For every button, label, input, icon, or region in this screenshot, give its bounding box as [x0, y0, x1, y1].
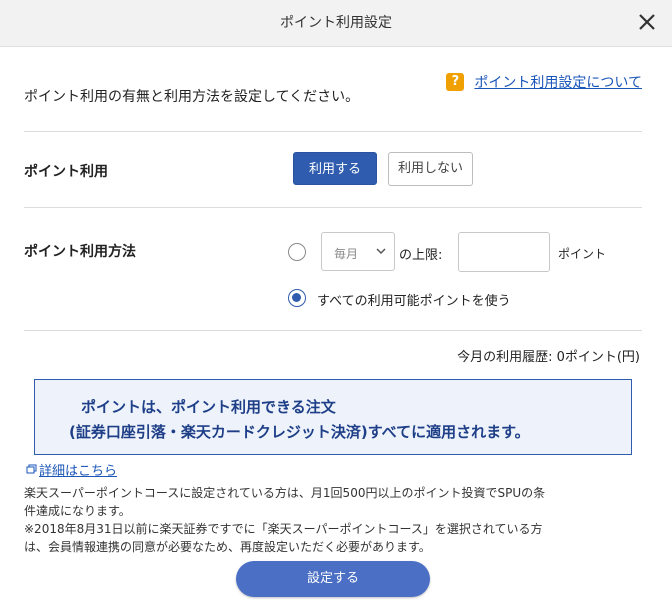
help-link[interactable]: ポイント利用設定について — [474, 72, 642, 92]
usage-history: 今月の利用履歴: 0ポイント(円) — [457, 350, 640, 365]
divider — [24, 330, 642, 331]
close-icon — [639, 14, 655, 30]
note-line-4: は、会員情報連携の同意が必要なため、再度設定いただく必要があります。 — [24, 540, 431, 554]
divider — [24, 207, 642, 208]
limit-input[interactable] — [458, 232, 550, 272]
modal-header: ポイント利用設定 — [0, 0, 672, 47]
close-button[interactable] — [636, 11, 658, 33]
frequency-select-value: 毎月 — [334, 247, 359, 261]
submit-button[interactable]: 設定する — [236, 561, 430, 597]
divider — [24, 131, 642, 132]
use-button[interactable]: 利用する — [293, 152, 377, 185]
notice-box: ポイントは、ポイント利用できる注文 (証券口座引落・楽天カードクレジット決済)す… — [34, 379, 632, 455]
modal-title: ポイント利用設定 — [280, 15, 392, 31]
chevron-down-icon — [376, 248, 386, 255]
external-link-icon — [26, 464, 37, 474]
note-line-1: 楽天スーパーポイントコースに設定されている方は、月1回500円以上のポイント投資… — [24, 486, 546, 500]
usage-label: ポイント利用 — [24, 164, 108, 180]
no-use-button[interactable]: 利用しない — [388, 152, 473, 186]
limit-label: の上限: — [399, 248, 443, 263]
detail-link[interactable]: 詳細はこちら — [26, 460, 117, 479]
point-unit-label: ポイント — [558, 247, 607, 261]
monthly-limit-radio[interactable] — [288, 243, 306, 261]
help-icon: ? — [446, 73, 465, 91]
note-line-2: 件達成になります。 — [24, 504, 131, 518]
method-label: ポイント利用方法 — [24, 244, 136, 260]
help-section: ? ポイント利用設定について — [446, 72, 642, 92]
notice-line-1: ポイントは、ポイント利用できる注文 — [81, 398, 336, 416]
all-points-label: すべての利用可能ポイントを使う — [317, 294, 511, 309]
detail-link-label: 詳細はこちら — [39, 464, 118, 479]
all-points-radio[interactable] — [288, 289, 306, 307]
notice-line-2: (証券口座引落・楽天カードクレジット決済)すべてに適用されます。 — [69, 423, 530, 441]
intro-text: ポイント利用の有無と利用方法を設定してください。 — [24, 89, 360, 105]
note-line-3: ※2018年8月31日以前に楽天証券ですでに「楽天スーパーポイントコース」を選択… — [24, 522, 543, 536]
frequency-select[interactable]: 毎月 — [321, 232, 395, 271]
